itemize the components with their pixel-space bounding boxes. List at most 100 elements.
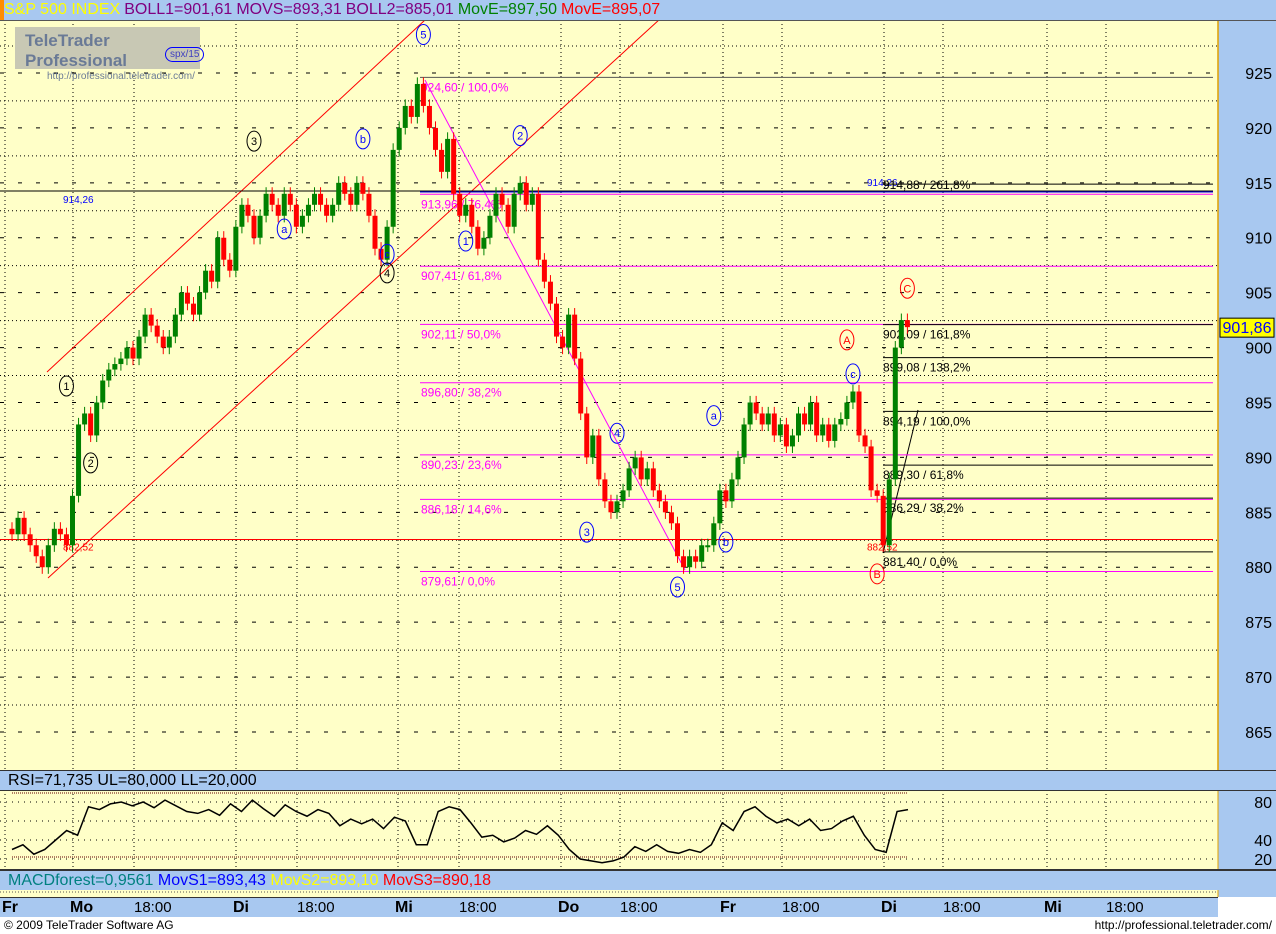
candle-body: [88, 413, 94, 436]
candle-body: [874, 490, 880, 496]
boll1-label: BOLL1=901,61: [124, 1, 233, 18]
candle-body: [209, 270, 215, 282]
candle-body: [735, 457, 741, 480]
candle: [372, 209, 378, 256]
candle: [578, 351, 584, 421]
candle-body: [330, 204, 336, 216]
fib-level-label: 907,41 / 61,8%: [421, 269, 502, 283]
wave-label-text: 2: [88, 458, 94, 470]
x-tick-label: Mi: [395, 899, 413, 916]
candle-body: [554, 303, 559, 337]
wave-label-text: b: [360, 134, 366, 146]
candle-body: [160, 336, 166, 348]
candle-body: [9, 528, 15, 535]
y-tick-label: 865: [1245, 725, 1272, 742]
candle-body: [118, 358, 124, 365]
candle-body: [336, 182, 342, 205]
candle-body: [142, 314, 148, 337]
candle-body: [287, 193, 293, 205]
candle-body: [281, 193, 287, 216]
fib-extension-label: 881,40 / 0,0%: [883, 555, 957, 569]
x-tick-label: 18:00: [297, 899, 335, 916]
logo-url: http://professional.teletrader.com/: [47, 71, 195, 82]
candle: [814, 395, 820, 443]
fib-level-label: 890,23 / 23,6%: [421, 458, 502, 472]
candle-body: [420, 83, 426, 106]
candle-body: [711, 523, 717, 546]
candle-body: [789, 435, 795, 447]
candle-body: [729, 479, 735, 502]
candle-body: [747, 402, 753, 425]
candle-body: [862, 435, 868, 447]
last-price-label: 901,86: [1223, 320, 1272, 337]
candle-body: [487, 215, 493, 238]
candle-body: [650, 468, 656, 491]
wave-label-text: b: [723, 537, 729, 549]
x-tick-label: Mi: [1044, 899, 1062, 916]
candle-body: [523, 182, 529, 205]
candle: [554, 297, 559, 344]
wave-label-text: 5: [420, 30, 426, 42]
x-tick-label: Mo: [70, 899, 94, 916]
wave-label-text: 1: [463, 236, 469, 248]
candle: [215, 231, 221, 289]
candle-body: [94, 402, 100, 436]
candle-body: [572, 314, 578, 359]
footer: © 2009 TeleTrader Software AG http://pro…: [0, 917, 1276, 934]
candle-body: [681, 556, 687, 568]
candle-body: [318, 193, 324, 205]
candle-body: [396, 127, 402, 150]
candle-body: [832, 424, 838, 441]
candle-body: [166, 336, 172, 348]
candle-body: [130, 347, 136, 359]
candle-body: [547, 281, 553, 304]
candle-body: [880, 495, 886, 546]
movs1-label: MovS1=893,43: [157, 872, 266, 889]
footer-url[interactable]: http://professional.teletrader.com/: [1095, 918, 1272, 932]
wave-label-text: 3: [251, 136, 257, 148]
candle-body: [469, 204, 475, 227]
candle-body: [535, 193, 541, 260]
time-axis: Fr Mo 18:00 Di 18:00 Mi 18:00 Do 18:00 Fr 18:00 Di 1…: [0, 897, 1218, 918]
candle-body: [312, 193, 317, 205]
candle-body: [293, 204, 299, 227]
candle-body: [269, 193, 275, 205]
candle-body: [481, 237, 487, 249]
candle-body: [360, 182, 366, 194]
candle-body: [590, 435, 596, 458]
wave-label-text: 2: [517, 131, 523, 143]
candle-body: [257, 215, 263, 238]
rsi-tick-label: 40: [1254, 833, 1272, 850]
rsi-tick-label: 20: [1254, 852, 1272, 869]
fib-extension-label: 886,29 / 38,2%: [883, 501, 964, 515]
candle-body: [662, 501, 668, 513]
candle-body: [197, 292, 203, 315]
candle-body: [233, 226, 239, 271]
chart-canvas[interactable]: 925 920 915 910 905 900 895 890 885 880 875 870 865 9…: [0, 0, 1276, 934]
candle-body: [638, 457, 644, 480]
candle-body: [820, 424, 826, 436]
candle-body: [408, 105, 414, 117]
candle-body: [275, 204, 281, 216]
candle-body: [154, 325, 160, 337]
candle-body: [566, 314, 572, 348]
movs2-label: MovS2=893,10: [270, 872, 379, 889]
candle-body: [33, 545, 39, 557]
x-tick-label: 18:00: [1106, 899, 1144, 916]
candle-body: [741, 424, 747, 458]
candle-body: [63, 534, 69, 546]
candle-body: [39, 556, 45, 568]
candle-body: [70, 495, 75, 546]
candle-body: [27, 534, 33, 546]
rsi-label: RSI=71,735 UL=80,000 LL=20,000: [8, 772, 257, 789]
wave-label-text: 5: [674, 582, 680, 594]
candle: [414, 77, 420, 124]
candle-body: [844, 402, 850, 419]
candle-body: [184, 292, 190, 304]
wave-label-text: 3: [584, 527, 590, 539]
candle: [572, 308, 578, 366]
candle-body: [529, 193, 535, 205]
wave-label-text: 1: [63, 381, 69, 393]
x-tick-label: 18:00: [620, 899, 658, 916]
candle-body: [614, 501, 620, 513]
